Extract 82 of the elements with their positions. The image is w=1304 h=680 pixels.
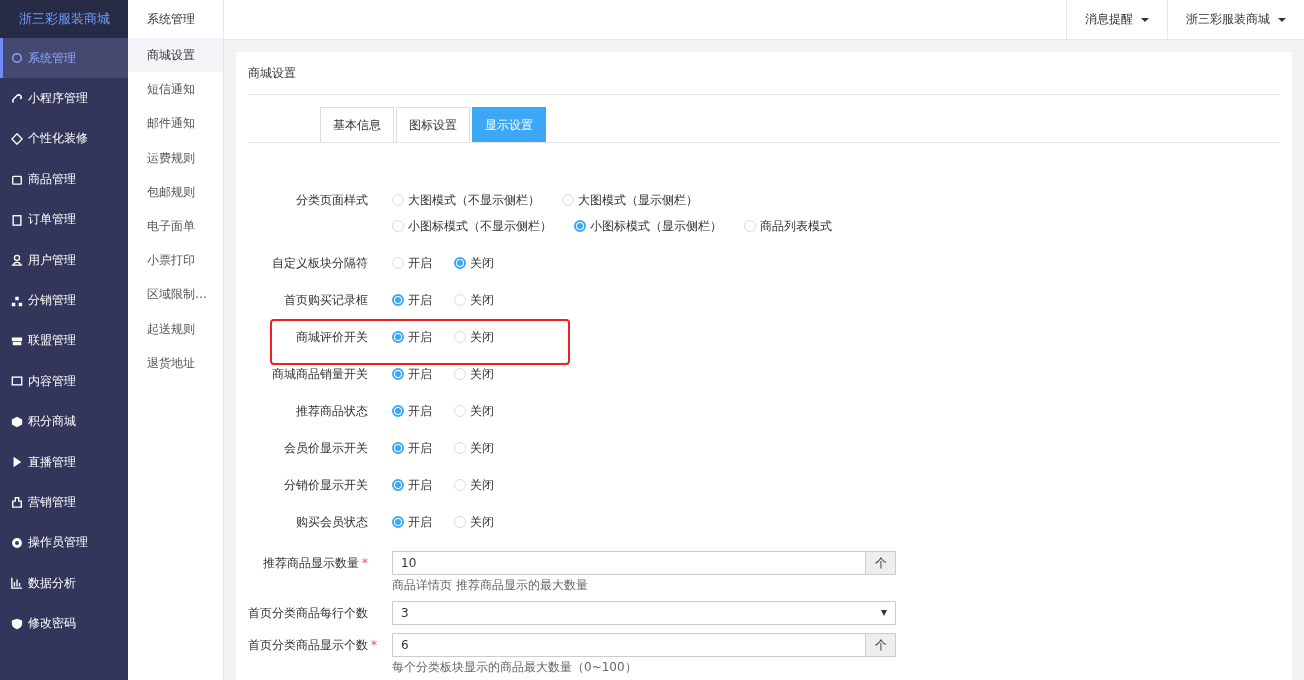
submenu-item[interactable]: 短信通知	[128, 72, 223, 107]
sidebar-item[interactable]: 商品管理	[0, 159, 128, 200]
chart-icon	[11, 577, 23, 590]
submenu-item[interactable]: 包邮规则	[128, 174, 223, 209]
card-title: 商城设置	[248, 52, 1280, 95]
radio-option[interactable]: 开启	[392, 403, 432, 419]
radio-option[interactable]: 小图标模式（显示侧栏）	[574, 218, 722, 234]
sidebar-item[interactable]: 小程序管理	[0, 78, 128, 119]
dropdown-menu[interactable]: 浙三彩服装商城	[1167, 0, 1304, 39]
field-label: 首页分类商品每行个数	[248, 605, 369, 622]
submenu-item[interactable]: 邮件通知	[128, 106, 223, 141]
radio-option[interactable]: 关闭	[454, 514, 494, 530]
radio-option[interactable]: 关闭	[454, 403, 494, 419]
submenu-item[interactable]: 小票打印	[128, 243, 223, 278]
submenu-item[interactable]: 区域限制…	[128, 277, 223, 312]
submenu-item[interactable]: 电子面单	[128, 208, 223, 244]
help-text: 商品详情页 推荐商品显示的最大数量	[392, 577, 589, 593]
radio-option[interactable]: 关闭	[454, 329, 494, 345]
sidebar-item[interactable]: 个性化装修	[0, 118, 128, 160]
submenu-item[interactable]: 退货地址	[128, 345, 223, 380]
sidebar-item[interactable]: 积分商城	[0, 401, 128, 442]
radio-option[interactable]: 大图模式（显示侧栏）	[562, 192, 698, 208]
diamond-icon	[11, 132, 23, 145]
tab[interactable]: 基本信息	[320, 107, 394, 142]
radio-option[interactable]: 开启	[392, 255, 432, 271]
sidebar-item[interactable]: 分销管理	[0, 280, 128, 321]
radio-option[interactable]: 关闭	[454, 366, 494, 382]
brand-title: 浙三彩服装商城	[0, 0, 128, 38]
shield-icon	[11, 617, 23, 630]
required-mark: *	[362, 556, 368, 570]
submenu-item[interactable]: 运费规则	[128, 140, 223, 175]
unit-addon: 个	[866, 633, 896, 657]
radio-option[interactable]: 关闭	[454, 255, 494, 271]
field-label: 商城评价开关	[295, 329, 369, 345]
sidebar-item[interactable]: 修改密码	[0, 603, 128, 644]
sidebar-item[interactable]: 直播管理	[0, 441, 128, 483]
dropdown-menu[interactable]: 消息提醒	[1066, 0, 1167, 39]
field-label: 推荐商品显示数量 *	[262, 555, 369, 572]
radio-option[interactable]: 大图模式（不显示侧栏）	[392, 192, 540, 208]
sidebar-item[interactable]: 内容管理	[0, 361, 128, 402]
sidebar-item[interactable]: 订单管理	[0, 199, 128, 240]
radio-option[interactable]: 小图标模式（不显示侧栏）	[392, 218, 552, 234]
radio-option[interactable]: 开启	[392, 292, 432, 308]
field-label: 推荐商品状态	[295, 403, 369, 419]
radio-option[interactable]: 商品列表模式	[744, 218, 832, 234]
person-icon	[11, 254, 23, 267]
field-label: 分销价显示开关	[283, 477, 369, 493]
number-input[interactable]: 6	[392, 633, 866, 657]
field-label: 分类页面样式	[295, 192, 369, 208]
submenu-item[interactable]: 商城设置	[128, 38, 223, 73]
sidebar-item[interactable]: 数据分析	[0, 563, 128, 604]
field-label: 商城商品销量开关	[271, 366, 369, 382]
caret-icon	[1141, 17, 1149, 22]
select-field[interactable]: 3	[392, 601, 896, 625]
field-label: 自定义板块分隔符	[271, 255, 369, 271]
field-label: 会员价显示开关	[283, 440, 369, 456]
field-label: 首页分类商品显示个数 *	[248, 637, 378, 654]
submenu-item[interactable]: 起送规则	[128, 311, 223, 346]
submenu-title: 系统管理	[146, 11, 196, 28]
dropdown-arrow-icon	[881, 610, 887, 616]
sidebar-item[interactable]: 操作员管理	[0, 522, 128, 564]
radio-option[interactable]: 关闭	[454, 440, 494, 456]
field-label: 购买会员状态	[295, 514, 369, 530]
number-input[interactable]: 10	[392, 551, 866, 575]
radio-option[interactable]: 关闭	[454, 477, 494, 493]
radio-option[interactable]: 开启	[392, 514, 432, 530]
tab[interactable]: 图标设置	[396, 107, 470, 142]
radio-option[interactable]: 开启	[392, 329, 432, 345]
sidebar-item[interactable]: 系统管理	[0, 38, 128, 79]
unit-addon: 个	[866, 551, 896, 575]
radio-option[interactable]: 开启	[392, 440, 432, 456]
radio-option[interactable]: 开启	[392, 477, 432, 493]
play-icon	[11, 456, 23, 469]
radio-option[interactable]: 关闭	[454, 292, 494, 308]
sidebar-item[interactable]: 营销管理	[0, 482, 128, 523]
sidebar-item[interactable]: 联盟管理	[0, 320, 128, 362]
sidebar-item[interactable]: 用户管理	[0, 239, 128, 281]
required-mark: *	[371, 638, 377, 652]
help-text: 每个分类板块显示的商品最大数量（0~100）	[392, 659, 638, 675]
radio-option[interactable]: 开启	[392, 366, 432, 382]
caret-icon	[1278, 17, 1286, 22]
field-label: 首页购买记录框	[283, 292, 369, 308]
